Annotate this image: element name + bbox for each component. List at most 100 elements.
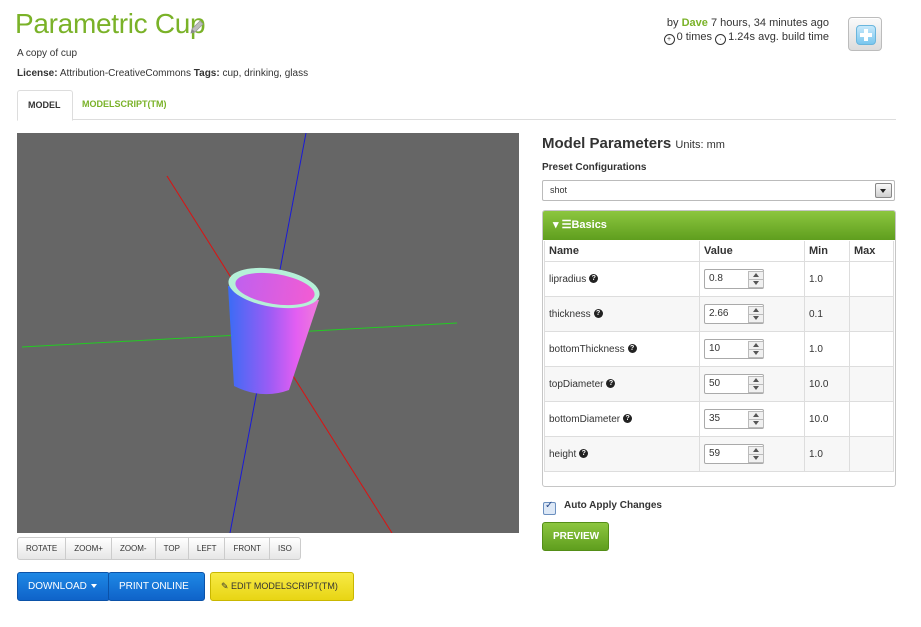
param-value[interactable]: 0.8 bbox=[709, 273, 723, 284]
print-label: PRINT ONLINE bbox=[119, 581, 189, 592]
param-value-stepper[interactable]: 0.8 bbox=[704, 269, 764, 289]
help-icon[interactable]: ? bbox=[606, 379, 616, 389]
build-stats: +0 times · 1.24s avg. build time bbox=[663, 31, 829, 45]
param-value[interactable]: 50 bbox=[709, 378, 720, 389]
params-heading: Model Parameters Units: mm bbox=[542, 135, 725, 152]
param-value-stepper[interactable]: 2.66 bbox=[704, 304, 764, 324]
table-row: bottomThickness? 10 1.0 bbox=[544, 331, 894, 367]
basics-group-header[interactable]: ▾ ☰Basics bbox=[543, 211, 895, 240]
stepper-arrows bbox=[748, 446, 764, 463]
param-min: 10.0 bbox=[804, 401, 850, 437]
stepper-arrows bbox=[748, 411, 764, 428]
view-left-button[interactable]: LEFT bbox=[189, 538, 226, 559]
times-count: 0 times bbox=[676, 31, 713, 43]
param-value-cell: 59 bbox=[699, 436, 805, 472]
param-max bbox=[849, 366, 894, 402]
col-max: Max bbox=[849, 241, 894, 262]
help-icon[interactable]: ? bbox=[589, 274, 599, 284]
edit-modelscript-button[interactable]: ✎ EDIT MODELSCRIPT(TM) bbox=[210, 572, 354, 601]
params-table: Name Value Min Max lipradius? 0.8 1.0 thick… bbox=[544, 241, 894, 472]
col-name: Name bbox=[544, 241, 700, 262]
edit-icon: ✎ bbox=[221, 581, 232, 591]
param-value-cell: 35 bbox=[699, 401, 805, 437]
param-max bbox=[849, 401, 894, 437]
help-icon[interactable]: ? bbox=[579, 449, 589, 459]
stepper-arrows bbox=[748, 341, 764, 358]
rotate-button[interactable]: ROTATE bbox=[18, 538, 67, 559]
param-value-stepper[interactable]: 35 bbox=[704, 409, 764, 429]
preset-value: shot bbox=[550, 185, 568, 195]
param-value[interactable]: 2.66 bbox=[709, 308, 728, 319]
download-button[interactable]: DOWNLOAD bbox=[17, 572, 110, 601]
chevron-down-icon bbox=[90, 584, 97, 589]
param-value-stepper[interactable]: 59 bbox=[704, 444, 764, 464]
units-label: Units: mm bbox=[675, 139, 725, 151]
param-name: bottomThickness bbox=[549, 343, 625, 355]
chevron-down-icon[interactable] bbox=[875, 183, 892, 198]
param-min: 10.0 bbox=[804, 366, 850, 402]
preset-select[interactable]: shot bbox=[542, 180, 895, 201]
param-value-cell: 10 bbox=[699, 331, 805, 367]
model-viewer-canvas[interactable] bbox=[17, 133, 519, 533]
stepper-arrows bbox=[748, 271, 764, 288]
view-top-button[interactable]: TOP bbox=[156, 538, 189, 559]
help-icon[interactable]: ? bbox=[623, 414, 633, 424]
stepper-down-icon[interactable] bbox=[748, 419, 764, 428]
stepper-down-icon[interactable] bbox=[748, 349, 764, 358]
param-value[interactable]: 59 bbox=[709, 448, 720, 459]
param-value-cell: 0.8 bbox=[699, 261, 805, 297]
param-name: bottomDiameter bbox=[549, 413, 621, 425]
print-online-button[interactable]: PRINT ONLINE bbox=[108, 572, 205, 616]
stepper-down-icon[interactable] bbox=[748, 384, 764, 393]
param-value[interactable]: 35 bbox=[709, 413, 720, 424]
group-header-label: ▾ ☰Basics bbox=[553, 219, 607, 231]
param-name: topDiameter bbox=[549, 378, 604, 390]
preset-label: Preset Configurations bbox=[542, 162, 647, 173]
zoom-in-button[interactable]: ZOOM+ bbox=[66, 538, 112, 559]
param-value-cell: 2.66 bbox=[699, 296, 805, 332]
stepper-down-icon[interactable] bbox=[748, 314, 764, 323]
param-name: height bbox=[549, 448, 577, 460]
param-value-stepper[interactable]: 10 bbox=[704, 339, 764, 359]
license-value: Attribution-CreativeCommons bbox=[59, 68, 191, 79]
preview-button[interactable]: PREVIEW bbox=[542, 522, 609, 551]
col-min: Min bbox=[804, 241, 850, 262]
help-icon[interactable]: ? bbox=[627, 344, 637, 354]
clock-icon: · bbox=[715, 34, 727, 45]
license-line: License: Attribution-CreativeCommons Tag… bbox=[17, 68, 308, 79]
license-label: License: bbox=[17, 68, 58, 79]
stepper-down-icon[interactable] bbox=[748, 454, 764, 463]
auto-apply-checkbox[interactable] bbox=[543, 500, 556, 515]
table-row: height? 59 1.0 bbox=[544, 436, 894, 472]
builds-icon: + bbox=[663, 34, 675, 45]
param-value[interactable]: 10 bbox=[709, 343, 720, 354]
param-name: thickness bbox=[549, 308, 591, 320]
view-front-button[interactable]: FRONT bbox=[225, 538, 271, 559]
view-iso-button[interactable]: ISO bbox=[270, 538, 300, 559]
author-link[interactable]: Dave bbox=[682, 17, 708, 29]
add-plus-icon bbox=[856, 25, 876, 45]
help-icon[interactable]: ? bbox=[593, 309, 603, 319]
param-min: 1.0 bbox=[804, 261, 850, 297]
tab-modelscript[interactable]: MODELSCRIPT(TM) bbox=[72, 90, 177, 118]
param-value-stepper[interactable]: 50 bbox=[704, 374, 764, 394]
pencil-icon[interactable] bbox=[188, 18, 206, 36]
param-max bbox=[849, 436, 894, 472]
stepper-down-icon[interactable] bbox=[748, 279, 764, 288]
add-to-collection-button[interactable] bbox=[848, 17, 882, 51]
list-icon: ☰ bbox=[561, 219, 572, 231]
param-name-cell: topDiameter? bbox=[544, 366, 700, 402]
stepper-arrows bbox=[748, 306, 764, 323]
param-name-cell: bottomDiameter? bbox=[544, 401, 700, 437]
chevron-down-icon bbox=[123, 611, 129, 616]
zoom-out-button[interactable]: ZOOM- bbox=[112, 538, 156, 559]
param-min: 0.1 bbox=[804, 296, 850, 332]
model-description: A copy of cup bbox=[17, 48, 78, 59]
tab-model[interactable]: MODEL bbox=[17, 90, 73, 121]
viewer-toolbar: ROTATE ZOOM+ ZOOM- TOP LEFT FRONT ISO bbox=[17, 537, 301, 560]
col-value: Value bbox=[699, 241, 805, 262]
stepper-arrows bbox=[748, 376, 764, 393]
edit-label: EDIT MODELSCRIPT(TM) bbox=[231, 581, 338, 591]
group-title: Basics bbox=[571, 219, 607, 231]
param-name-cell: lipradius? bbox=[544, 261, 700, 297]
